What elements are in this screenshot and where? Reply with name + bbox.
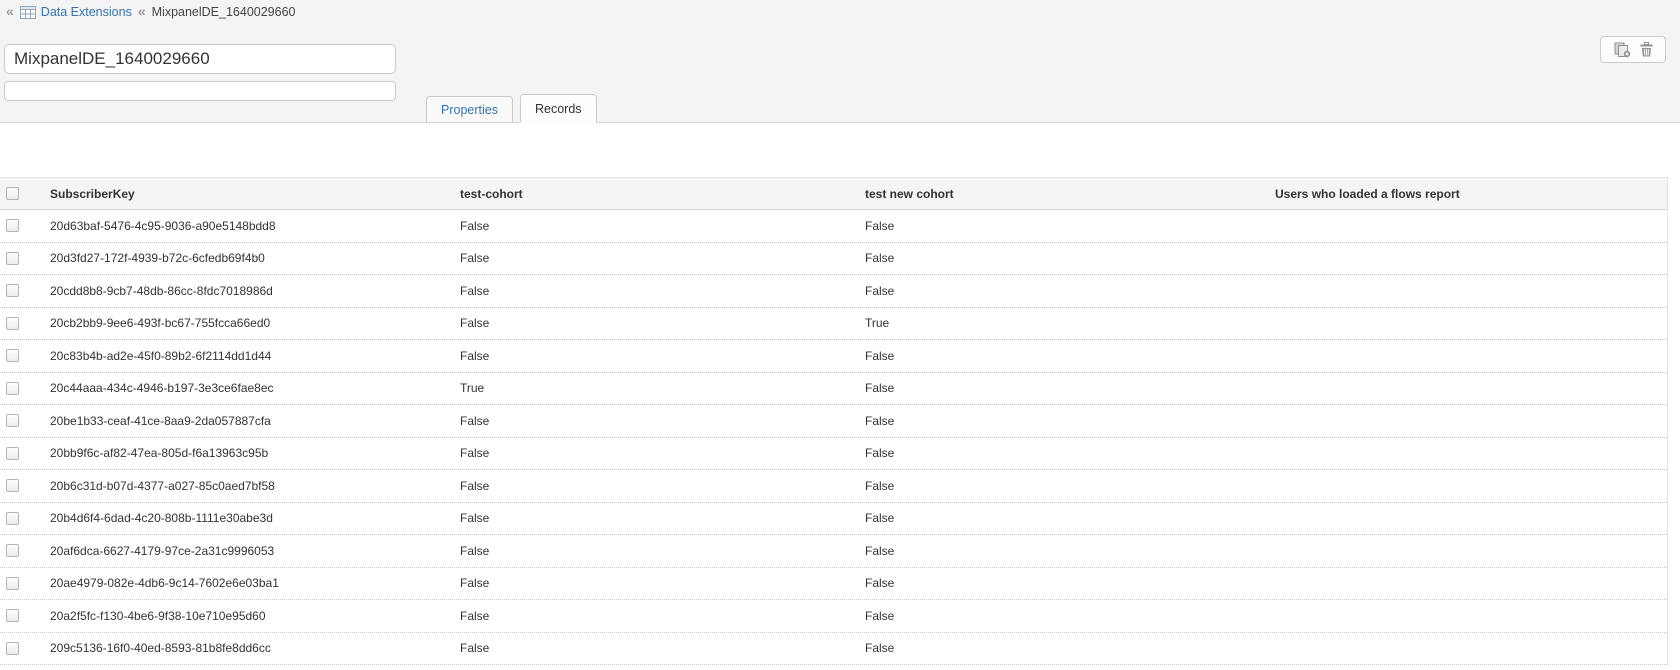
breadcrumb: « Data Extensions « MixpanelDE_164002966… — [6, 3, 296, 21]
tab-properties[interactable]: Properties — [426, 96, 513, 123]
cell-test-new-cohort: False — [865, 219, 1275, 233]
table-row[interactable]: 20be1b33-ceaf-41ce-8aa9-2da057887cfaFals… — [0, 405, 1667, 438]
cell-subscriber-key: 20b4d6f4-6dad-4c20-808b-1111e30abe3d — [50, 511, 460, 525]
column-header-test-new-cohort[interactable]: test new cohort — [865, 187, 1275, 201]
page-header: « Data Extensions « MixpanelDE_164002966… — [0, 0, 1680, 123]
back-chevron-icon[interactable]: « — [6, 3, 14, 19]
cell-test-cohort: False — [460, 414, 865, 428]
cell-test-cohort: False — [460, 479, 865, 493]
cell-test-new-cohort: False — [865, 349, 1275, 363]
table-header-row: SubscriberKey test-cohort test new cohor… — [0, 178, 1667, 210]
cell-test-new-cohort: False — [865, 446, 1275, 460]
row-checkbox[interactable] — [6, 317, 19, 330]
cell-test-cohort: False — [460, 219, 865, 233]
breadcrumb-current-page: MixpanelDE_1640029660 — [152, 5, 296, 19]
table-row[interactable]: 20c44aaa-434c-4946-b197-3e3ce6fae8ecTrue… — [0, 373, 1667, 406]
row-checkbox[interactable] — [6, 349, 19, 362]
cell-subscriber-key: 20d3fd27-172f-4939-b72c-6cfedb69f4b0 — [50, 251, 460, 265]
cell-test-cohort: False — [460, 641, 865, 655]
data-extension-grid-icon — [20, 6, 36, 19]
row-checkbox[interactable] — [6, 414, 19, 427]
table-row[interactable]: 20bb9f6c-af82-47ea-805d-f6a13963c95bFals… — [0, 438, 1667, 471]
cell-test-cohort: False — [460, 251, 865, 265]
cell-test-new-cohort: False — [865, 609, 1275, 623]
table-row[interactable]: 20ae4979-082e-4db6-9c14-7602e6e03ba1Fals… — [0, 568, 1667, 601]
cell-subscriber-key: 20cdd8b8-9cb7-48db-86cc-8fdc7018986d — [50, 284, 460, 298]
row-checkbox[interactable] — [6, 544, 19, 557]
table-row[interactable]: 20cb2bb9-9ee6-493f-bc67-755fcca66ed0Fals… — [0, 308, 1667, 341]
table-row[interactable]: 20d63baf-5476-4c95-9036-a90e5148bdd8Fals… — [0, 210, 1667, 243]
row-checkbox[interactable] — [6, 252, 19, 265]
cell-subscriber-key: 20af6dca-6627-4179-97ce-2a31c9996053 — [50, 544, 460, 558]
cell-test-cohort: False — [460, 349, 865, 363]
column-header-users-flows-report[interactable]: Users who loaded a flows report — [1275, 187, 1667, 201]
table-row[interactable]: 20af6dca-6627-4179-97ce-2a31c9996053Fals… — [0, 535, 1667, 568]
select-all-checkbox[interactable] — [6, 187, 19, 200]
cell-test-new-cohort: False — [865, 251, 1275, 265]
table-row[interactable]: 209c5136-16f0-40ed-8593-81b8fe8dd6ccFals… — [0, 633, 1667, 666]
row-checkbox[interactable] — [6, 447, 19, 460]
breadcrumb-separator: « — [138, 3, 146, 19]
cell-test-cohort: False — [460, 576, 865, 590]
cell-subscriber-key: 209c5136-16f0-40ed-8593-81b8fe8dd6cc — [50, 641, 460, 655]
cell-subscriber-key: 20c44aaa-434c-4946-b197-3e3ce6fae8ec — [50, 381, 460, 395]
cell-test-cohort: False — [460, 284, 865, 298]
cell-test-cohort: False — [460, 609, 865, 623]
data-extension-description-input[interactable] — [4, 81, 396, 101]
row-checkbox[interactable] — [6, 219, 19, 232]
row-checkbox[interactable] — [6, 284, 19, 297]
cell-subscriber-key: 20be1b33-ceaf-41ce-8aa9-2da057887cfa — [50, 414, 460, 428]
cell-subscriber-key: 20d63baf-5476-4c95-9036-a90e5148bdd8 — [50, 219, 460, 233]
column-header-test-cohort[interactable]: test-cohort — [460, 187, 865, 201]
tab-records[interactable]: Records — [520, 94, 597, 123]
row-checkbox[interactable] — [6, 479, 19, 492]
table-row[interactable]: 20d3fd27-172f-4939-b72c-6cfedb69f4b0Fals… — [0, 243, 1667, 276]
cell-test-new-cohort: False — [865, 576, 1275, 590]
copy-icon[interactable] — [1614, 42, 1631, 58]
row-checkbox[interactable] — [6, 512, 19, 525]
table-row[interactable]: 20cdd8b8-9cb7-48db-86cc-8fdc7018986dFals… — [0, 275, 1667, 308]
table-row[interactable]: 20b4d6f4-6dad-4c20-808b-1111e30abe3dFals… — [0, 503, 1667, 536]
cell-test-cohort: False — [460, 446, 865, 460]
cell-test-cohort: True — [460, 381, 865, 395]
cell-subscriber-key: 20bb9f6c-af82-47ea-805d-f6a13963c95b — [50, 446, 460, 460]
cell-test-new-cohort: False — [865, 641, 1275, 655]
breadcrumb-data-extensions-link[interactable]: Data Extensions — [41, 5, 132, 19]
cell-test-new-cohort: False — [865, 511, 1275, 525]
row-checkbox[interactable] — [6, 577, 19, 590]
cell-subscriber-key: 20cb2bb9-9ee6-493f-bc67-755fcca66ed0 — [50, 316, 460, 330]
cell-subscriber-key: 20c83b4b-ad2e-45f0-89b2-6f2114dd1d44 — [50, 349, 460, 363]
table-row[interactable]: 20a2f5fc-f130-4be6-9f38-10e710e95d60Fals… — [0, 600, 1667, 633]
cell-test-cohort: False — [460, 544, 865, 558]
cell-subscriber-key: 20b6c31d-b07d-4377-a027-85c0aed7bf58 — [50, 479, 460, 493]
row-checkbox[interactable] — [6, 609, 19, 622]
header-action-buttons — [1600, 36, 1666, 63]
delete-icon[interactable] — [1640, 42, 1653, 57]
records-toolbar: SubscriberKey ▾ ? Import Export Edit Rec… — [0, 124, 1680, 177]
table-body: 20d63baf-5476-4c95-9036-a90e5148bdd8Fals… — [0, 210, 1667, 665]
cell-test-new-cohort: False — [865, 479, 1275, 493]
cell-test-new-cohort: False — [865, 284, 1275, 298]
records-table: SubscriberKey test-cohort test new cohor… — [0, 177, 1668, 665]
cell-test-cohort: False — [460, 511, 865, 525]
cell-test-cohort: False — [460, 316, 865, 330]
data-extension-name-input[interactable] — [4, 44, 396, 74]
tab-bar: Properties Records — [426, 94, 604, 123]
cell-test-new-cohort: False — [865, 414, 1275, 428]
column-header-subscriberkey[interactable]: SubscriberKey — [50, 187, 460, 201]
table-row[interactable]: 20c83b4b-ad2e-45f0-89b2-6f2114dd1d44Fals… — [0, 340, 1667, 373]
table-row[interactable]: 20b6c31d-b07d-4377-a027-85c0aed7bf58Fals… — [0, 470, 1667, 503]
row-checkbox[interactable] — [6, 382, 19, 395]
cell-test-new-cohort: False — [865, 544, 1275, 558]
row-checkbox[interactable] — [6, 642, 19, 655]
cell-subscriber-key: 20a2f5fc-f130-4be6-9f38-10e710e95d60 — [50, 609, 460, 623]
cell-subscriber-key: 20ae4979-082e-4db6-9c14-7602e6e03ba1 — [50, 576, 460, 590]
cell-test-new-cohort: False — [865, 381, 1275, 395]
cell-test-new-cohort: True — [865, 316, 1275, 330]
